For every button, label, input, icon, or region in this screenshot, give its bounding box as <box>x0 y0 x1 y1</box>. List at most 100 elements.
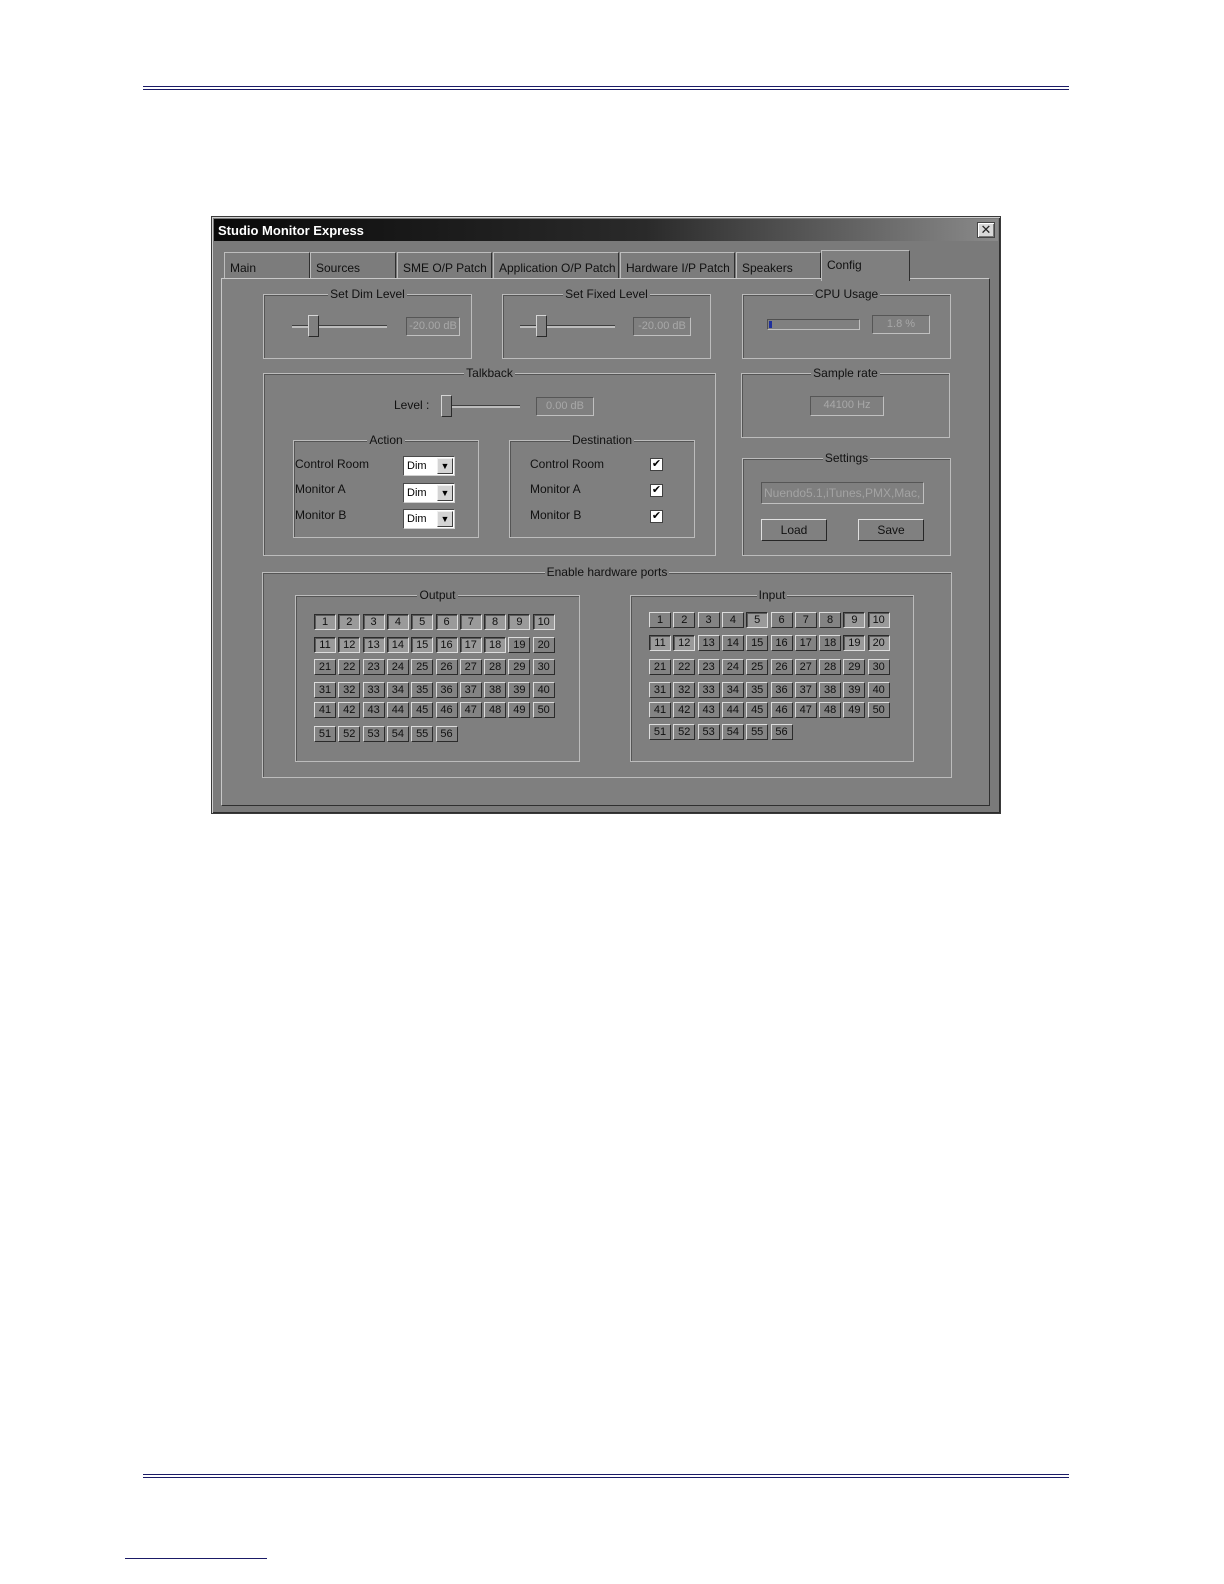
port-13-button[interactable]: 13 <box>697 635 720 651</box>
port-36-button[interactable]: 36 <box>770 682 793 698</box>
port-49-button[interactable]: 49 <box>508 702 531 718</box>
port-29-button[interactable]: 29 <box>843 659 866 675</box>
port-21-button[interactable]: 21 <box>314 659 336 675</box>
port-52-button[interactable]: 52 <box>338 726 361 742</box>
port-6-button[interactable]: 6 <box>770 612 793 628</box>
action-monitor-b-select[interactable]: Dim ▼ <box>403 509 455 529</box>
port-2-button[interactable]: 2 <box>338 614 361 630</box>
port-24-button[interactable]: 24 <box>386 659 409 675</box>
port-40-button[interactable]: 40 <box>867 682 890 698</box>
port-48-button[interactable]: 48 <box>484 702 507 718</box>
port-30-button[interactable]: 30 <box>532 659 555 675</box>
port-3-button[interactable]: 3 <box>362 614 385 630</box>
talkback-level-slider[interactable] <box>441 395 452 417</box>
port-5-button[interactable]: 5 <box>411 614 434 630</box>
port-44-button[interactable]: 44 <box>721 702 744 718</box>
port-43-button[interactable]: 43 <box>697 702 720 718</box>
port-36-button[interactable]: 36 <box>435 682 458 698</box>
port-14-button[interactable]: 14 <box>386 637 409 653</box>
destination-control-room-checkbox[interactable]: ✔ <box>650 458 663 471</box>
port-38-button[interactable]: 38 <box>819 682 842 698</box>
port-33-button[interactable]: 33 <box>362 682 385 698</box>
port-14-button[interactable]: 14 <box>721 635 744 651</box>
destination-monitor-b-checkbox[interactable]: ✔ <box>650 510 663 523</box>
port-35-button[interactable]: 35 <box>411 682 434 698</box>
tab-sources[interactable]: Sources <box>310 252 396 279</box>
port-48-button[interactable]: 48 <box>819 702 842 718</box>
port-42-button[interactable]: 42 <box>673 702 696 718</box>
port-25-button[interactable]: 25 <box>411 659 434 675</box>
port-55-button[interactable]: 55 <box>746 724 769 740</box>
port-56-button[interactable]: 56 <box>770 724 793 740</box>
port-51-button[interactable]: 51 <box>649 724 671 740</box>
port-17-button[interactable]: 17 <box>459 637 482 653</box>
fixed-level-slider[interactable] <box>536 315 547 337</box>
port-40-button[interactable]: 40 <box>532 682 555 698</box>
port-54-button[interactable]: 54 <box>386 726 409 742</box>
port-35-button[interactable]: 35 <box>746 682 769 698</box>
port-8-button[interactable]: 8 <box>484 614 507 630</box>
port-52-button[interactable]: 52 <box>673 724 696 740</box>
port-47-button[interactable]: 47 <box>794 702 817 718</box>
port-42-button[interactable]: 42 <box>338 702 361 718</box>
port-24-button[interactable]: 24 <box>721 659 744 675</box>
port-2-button[interactable]: 2 <box>673 612 696 628</box>
port-16-button[interactable]: 16 <box>770 635 793 651</box>
port-29-button[interactable]: 29 <box>508 659 531 675</box>
tab-config[interactable]: Config <box>821 250 910 281</box>
title-bar[interactable]: Studio Monitor Express ✕ <box>214 219 998 241</box>
port-54-button[interactable]: 54 <box>721 724 744 740</box>
port-31-button[interactable]: 31 <box>649 682 671 698</box>
port-32-button[interactable]: 32 <box>673 682 696 698</box>
tab-sme-op-patch[interactable]: SME O/P Patch <box>397 252 492 279</box>
port-12-button[interactable]: 12 <box>338 637 361 653</box>
port-55-button[interactable]: 55 <box>411 726 434 742</box>
port-32-button[interactable]: 32 <box>338 682 361 698</box>
tab-application-op-patch[interactable]: Application O/P Patch <box>493 252 619 279</box>
port-37-button[interactable]: 37 <box>459 682 482 698</box>
port-56-button[interactable]: 56 <box>435 726 458 742</box>
port-49-button[interactable]: 49 <box>843 702 866 718</box>
port-39-button[interactable]: 39 <box>843 682 866 698</box>
port-27-button[interactable]: 27 <box>794 659 817 675</box>
port-22-button[interactable]: 22 <box>673 659 696 675</box>
settings-file-field[interactable]: Nuendo5.1,iTunes,PMX,Mac, <box>761 482 924 504</box>
port-50-button[interactable]: 50 <box>867 702 890 718</box>
dim-level-slider[interactable] <box>308 315 319 337</box>
port-11-button[interactable]: 11 <box>314 637 336 653</box>
port-12-button[interactable]: 12 <box>673 635 696 651</box>
port-22-button[interactable]: 22 <box>338 659 361 675</box>
close-button[interactable]: ✕ <box>977 222 995 238</box>
port-15-button[interactable]: 15 <box>746 635 769 651</box>
port-5-button[interactable]: 5 <box>746 612 769 628</box>
port-15-button[interactable]: 15 <box>411 637 434 653</box>
port-38-button[interactable]: 38 <box>484 682 507 698</box>
port-25-button[interactable]: 25 <box>746 659 769 675</box>
port-4-button[interactable]: 4 <box>721 612 744 628</box>
tab-speakers[interactable]: Speakers <box>736 252 821 279</box>
port-44-button[interactable]: 44 <box>386 702 409 718</box>
port-21-button[interactable]: 21 <box>649 659 671 675</box>
port-37-button[interactable]: 37 <box>794 682 817 698</box>
port-1-button[interactable]: 1 <box>314 614 336 630</box>
port-28-button[interactable]: 28 <box>819 659 842 675</box>
port-6-button[interactable]: 6 <box>435 614 458 630</box>
port-8-button[interactable]: 8 <box>819 612 842 628</box>
port-34-button[interactable]: 34 <box>721 682 744 698</box>
port-10-button[interactable]: 10 <box>532 614 555 630</box>
port-45-button[interactable]: 45 <box>411 702 434 718</box>
port-31-button[interactable]: 31 <box>314 682 336 698</box>
port-13-button[interactable]: 13 <box>362 637 385 653</box>
port-18-button[interactable]: 18 <box>819 635 842 651</box>
tab-hardware-ip-patch[interactable]: Hardware I/P Patch <box>620 252 735 279</box>
port-26-button[interactable]: 26 <box>435 659 458 675</box>
save-button[interactable]: Save <box>858 519 924 541</box>
port-51-button[interactable]: 51 <box>314 726 336 742</box>
port-1-button[interactable]: 1 <box>649 612 671 628</box>
port-50-button[interactable]: 50 <box>532 702 555 718</box>
action-monitor-a-select[interactable]: Dim ▼ <box>403 483 455 503</box>
port-17-button[interactable]: 17 <box>794 635 817 651</box>
port-20-button[interactable]: 20 <box>867 635 890 651</box>
tab-main[interactable]: Main <box>224 252 310 279</box>
port-46-button[interactable]: 46 <box>770 702 793 718</box>
